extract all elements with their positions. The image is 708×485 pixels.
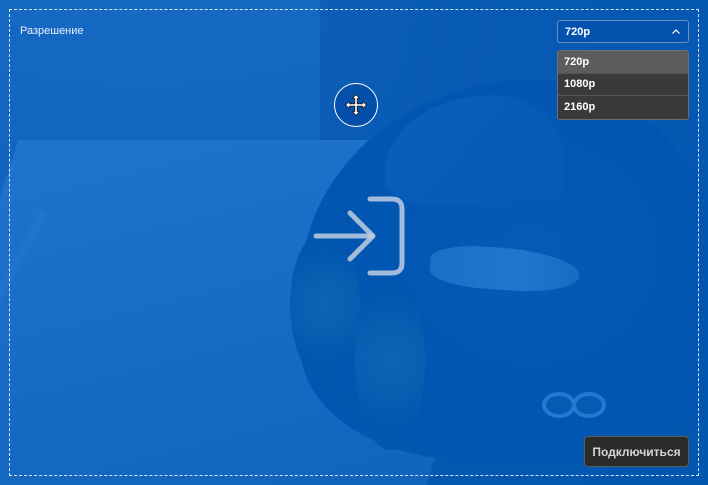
chevron-up-icon <box>672 28 680 34</box>
resolution-dropdown: 720p 1080p 2160p <box>557 50 689 120</box>
resolution-select-value: 720p <box>565 25 591 38</box>
connect-button[interactable]: Подключиться <box>584 436 689 467</box>
enter-arrow-icon <box>313 196 405 276</box>
resolution-select[interactable]: 720p <box>557 20 689 43</box>
capture-stage: Разрешение 720p 720p 1080p 2160p Подключ… <box>0 0 708 485</box>
move-handle[interactable] <box>334 83 378 127</box>
resolution-option-720p[interactable]: 720p <box>558 51 688 74</box>
move-arrows-icon <box>345 94 367 116</box>
resolution-option-2160p[interactable]: 2160p <box>558 96 688 119</box>
resolution-option-1080p[interactable]: 1080p <box>558 73 688 96</box>
resolution-label: Разрешение <box>20 25 84 37</box>
